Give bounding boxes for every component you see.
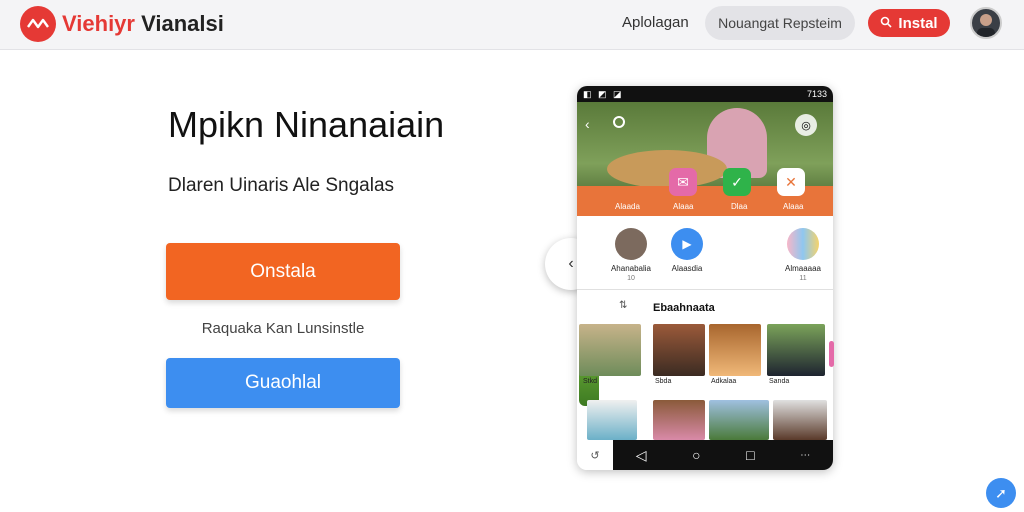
banner-label: Alaada: [615, 202, 640, 211]
system-nav-bar: ◁ ○ □ ⋯: [613, 440, 833, 470]
status-icons: ◧ ◩ ◪: [583, 88, 624, 99]
install-primary-button[interactable]: Onstala: [166, 243, 400, 300]
top-bar: Viehiyr Vianalsi Aplolagan Nouangat Reps…: [0, 0, 1024, 50]
banner-label: Alaaa: [673, 202, 694, 211]
contact-count: 11: [799, 275, 807, 282]
contact-count: 10: [627, 275, 635, 282]
status-bar: ◧ ◩ ◪ 7133: [577, 86, 833, 102]
phone-mockup: ◧ ◩ ◪ 7133 ‹ ◎ ✉ ✓ ✕ Alaada Alaaa Dlaa A…: [577, 86, 833, 470]
photo-thumbnail[interactable]: [653, 400, 705, 440]
contacts-row: Ahanabalia 10 ▶ Alaasdia Almaaaaa 11: [577, 216, 833, 406]
contact-item[interactable]: Almaaaaa 11: [773, 228, 833, 282]
nav-menu-icon[interactable]: ⋯: [800, 450, 810, 461]
brand-logo-icon[interactable]: [20, 6, 56, 42]
back-arrow-icon[interactable]: ‹: [585, 116, 590, 132]
brand-name-red: Viehiyr: [62, 11, 135, 36]
install-note: Raquaka Kan Lunsinstle: [201, 320, 365, 337]
contact-name: Almaaaaa: [784, 264, 822, 273]
thumbnail-caption: Adkalaa: [711, 378, 737, 385]
page-subtitle: Dlaren Uinaris Ale Sngalas: [168, 175, 395, 196]
search-icon: [880, 15, 892, 32]
close-icon[interactable]: ◎: [795, 114, 817, 136]
section-header: ⇅ Ebaahnaata: [577, 292, 833, 322]
brand-name[interactable]: Viehiyr Vianalsi: [62, 11, 224, 37]
contact-item[interactable]: ▶ Alaasdia: [657, 228, 717, 275]
chevron-left-icon: ‹: [568, 255, 574, 272]
contact-item[interactable]: Ahanabalia 10: [601, 228, 661, 282]
banner-label: Alaaa: [783, 202, 804, 211]
sort-icon[interactable]: ⇅: [619, 300, 627, 311]
photo-thumbnail[interactable]: [709, 400, 769, 440]
colorful-app-icon: [787, 228, 819, 260]
brand-name-dark: Vianalsi: [141, 11, 224, 36]
nav-link-applications[interactable]: Aplolagan: [622, 14, 689, 31]
page-title: Mpikn Ninanaiain: [168, 104, 445, 145]
thumbnail-caption: Sanda: [769, 378, 790, 385]
contact-name: Alaasdia: [671, 264, 703, 273]
search-input[interactable]: Nouangat Repsteim: [705, 6, 855, 40]
play-icon: ▶: [671, 228, 703, 260]
photo-thumbnail[interactable]: [579, 324, 641, 376]
scroll-indicator: [829, 341, 834, 367]
search-icon[interactable]: [613, 116, 625, 128]
photo-thumbnail[interactable]: [709, 324, 761, 376]
user-avatar[interactable]: [970, 7, 1002, 39]
header-install-label: Instal: [898, 14, 938, 32]
nav-back-icon[interactable]: ◁: [636, 447, 647, 464]
thumbnail-caption: Sbda: [655, 378, 672, 385]
photo-thumbnail[interactable]: [653, 324, 705, 376]
arrow-icon: ➚: [995, 484, 1007, 501]
thumbnail-caption: Stkd: [583, 378, 598, 385]
banner-label: Dlaa: [731, 202, 748, 211]
secondary-action-button[interactable]: Guaohlal: [166, 358, 400, 408]
header-install-button[interactable]: Instal: [868, 9, 950, 37]
close-app-icon[interactable]: ✕: [777, 168, 805, 196]
help-fab-button[interactable]: ➚: [986, 478, 1016, 508]
nav-extra-icon[interactable]: ↺: [577, 440, 613, 470]
photo-thumbnail[interactable]: [767, 324, 825, 376]
photo-thumbnail[interactable]: [587, 400, 637, 440]
contact-avatar: [615, 228, 647, 260]
section-title: Ebaahnaata: [653, 302, 715, 314]
contact-name: Ahanabalia: [610, 264, 652, 273]
nav-recents-icon[interactable]: □: [746, 447, 754, 463]
status-time: 7133: [806, 89, 827, 99]
check-app-icon[interactable]: ✓: [723, 168, 751, 196]
photo-thumbnail[interactable]: [773, 400, 827, 440]
banner-food-image: [607, 150, 727, 188]
nav-home-icon[interactable]: ○: [692, 447, 700, 463]
chat-app-icon[interactable]: ✉: [669, 168, 697, 196]
